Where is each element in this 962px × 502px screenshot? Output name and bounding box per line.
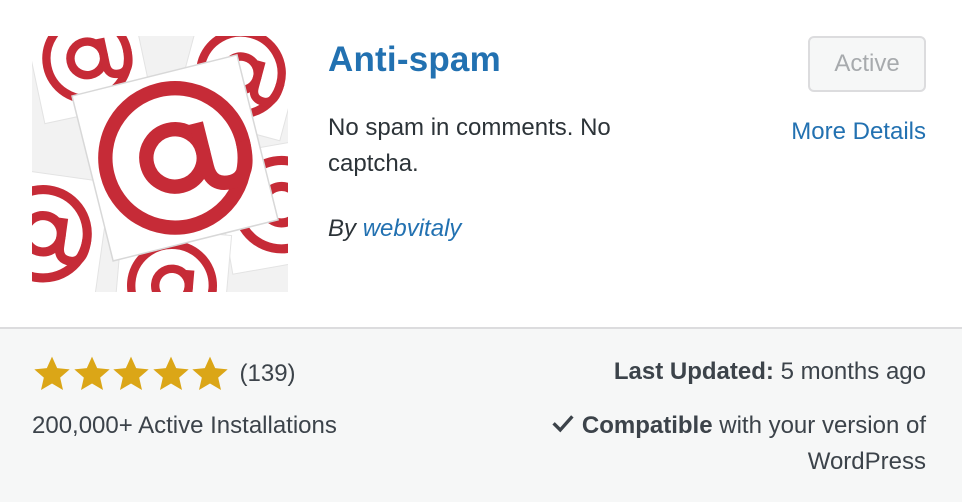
star-filled-icon [192, 356, 228, 390]
plugin-author: By webvitaly [328, 211, 461, 247]
plugin-name-link[interactable]: Anti-spam [328, 36, 501, 84]
more-details-link[interactable]: More Details [791, 114, 926, 150]
active-installations: 200,000+ Active Installations [32, 412, 337, 439]
star-filled-icon [152, 356, 189, 390]
compatible-text: with your version of WordPress [719, 412, 926, 475]
author-prefix: By [328, 215, 357, 242]
last-updated-label: Last Updated: [613, 358, 774, 385]
last-updated: Last Updated: 5 months ago [614, 354, 926, 390]
star-rating: (139) [32, 354, 296, 394]
compatibility-notice: Compatible with your version of WordPres… [486, 408, 926, 480]
plugin-icon[interactable] [32, 36, 288, 292]
checkmark-icon [552, 415, 574, 433]
plugin-card: Anti-spam No spam in comments. No captch… [0, 0, 962, 502]
last-updated-value: 5 months ago [780, 358, 926, 385]
active-button[interactable]: Active [808, 36, 926, 92]
plugin-description: No spam in comments. No captcha. [328, 114, 611, 177]
star-filled-icon [113, 356, 149, 390]
plugin-card-top: Anti-spam No spam in comments. No captch… [0, 0, 962, 327]
compatible-label: Compatible [581, 412, 713, 439]
author-link[interactable]: webvitaly [363, 215, 462, 242]
rating-count-link[interactable]: (139) [240, 354, 296, 394]
at-sign-icon [32, 36, 288, 292]
star-filled-icon [73, 356, 110, 390]
star-filled-icon [34, 356, 70, 390]
